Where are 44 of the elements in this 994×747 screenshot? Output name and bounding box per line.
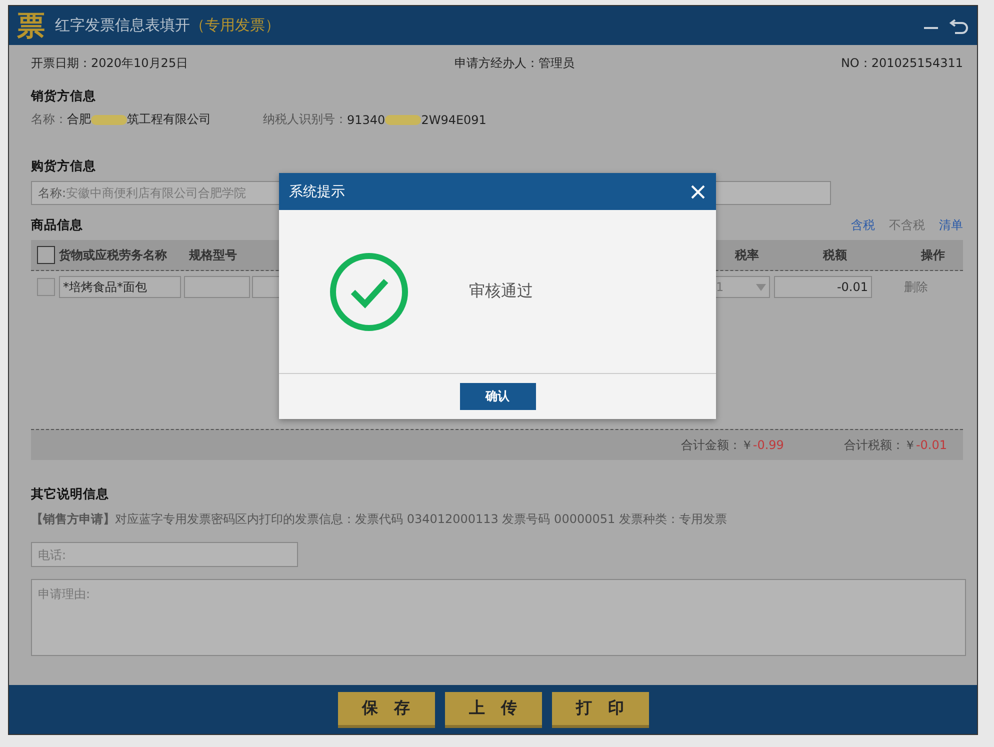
- dialog-title: 系统提示: [289, 182, 345, 200]
- seller-name: 筑工程有限公司: [127, 111, 211, 128]
- column-header: 税率: [735, 246, 760, 264]
- column-header: 操作: [921, 246, 945, 264]
- total-amount: 合计金额：￥-0.99: [680, 436, 784, 454]
- window-title: 红字发票信息表填开（专用发票）: [55, 16, 280, 35]
- field-label: 名称：: [31, 111, 67, 128]
- section-heading: 商品信息: [31, 217, 83, 234]
- redaction-mark: [385, 114, 422, 124]
- invoice-number: NO：201025154311: [840, 55, 963, 72]
- input-field[interactable]: [252, 276, 282, 298]
- phone-field[interactable]: 电话:: [31, 542, 298, 567]
- tax-amount-field[interactable]: -0.01: [774, 276, 872, 298]
- section-heading: 销货方信息: [31, 88, 97, 105]
- field-label: 纳税人识别号：: [263, 111, 347, 128]
- taxpayer-id: 91340: [347, 112, 386, 126]
- total-tax: 合计税额：￥-0.01: [844, 436, 947, 454]
- action-button[interactable]: 上 传: [444, 692, 542, 728]
- column-header: 税额: [823, 246, 848, 264]
- price-mode-link[interactable]: 含税: [851, 217, 875, 234]
- redaction-mark: [91, 114, 127, 124]
- input-field[interactable]: [184, 276, 250, 298]
- section-heading: 其它说明信息: [31, 486, 110, 503]
- app-logo: 票: [17, 12, 45, 40]
- confirm-button[interactable]: 确认: [460, 383, 536, 410]
- reason-field[interactable]: 申请理由:: [31, 579, 966, 656]
- dialog-message: 审核通过: [469, 281, 533, 302]
- row-checkbox[interactable]: [37, 278, 55, 296]
- action-button[interactable]: 打 印: [552, 692, 648, 728]
- note-text: 对应蓝字专用发票密码区内打印的发票信息：发票代码 034012000113 发票号码 00000051 发票种类：专用发票: [115, 511, 727, 528]
- seller-name: 合肥: [67, 111, 91, 128]
- column-header: 规格型号: [189, 246, 238, 264]
- item-name-field[interactable]: *培烤食品*面包: [59, 276, 181, 298]
- action-button[interactable]: 保 存: [338, 692, 434, 728]
- close-icon[interactable]: [690, 184, 706, 200]
- select-all-checkbox[interactable]: [37, 246, 55, 264]
- section-heading: 购货方信息: [31, 158, 97, 175]
- note-tag: 【销售方申请】: [31, 511, 115, 528]
- price-mode-link[interactable]: 清单: [939, 217, 963, 234]
- applicant-handler: 申请方经办人：管理员: [454, 55, 575, 72]
- check-circle-icon: [329, 252, 409, 332]
- column-header: 货物或应税劳务名称: [59, 246, 168, 264]
- taxpayer-id: 2W94E091: [421, 112, 486, 126]
- invoice-date: 开票日期：2020年10月25日: [31, 55, 188, 72]
